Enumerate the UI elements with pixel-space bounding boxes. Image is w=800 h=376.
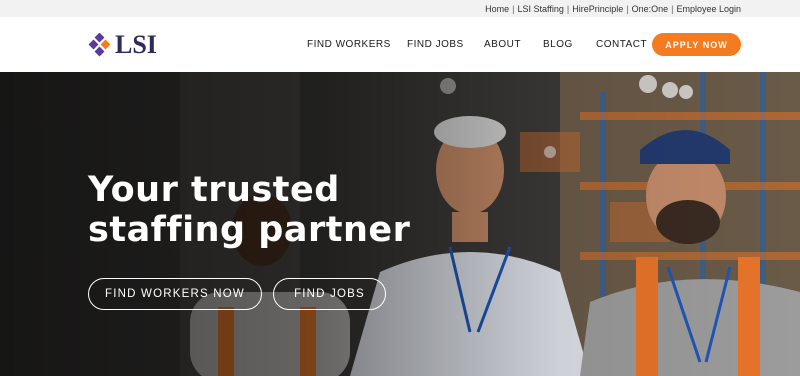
hero-section: Your trusted staffing partner FIND WORKE… <box>0 72 800 376</box>
nav-about[interactable]: ABOUT <box>484 39 521 50</box>
utility-nav: Home | LSI Staffing | HirePrinciple | On… <box>0 0 800 17</box>
apply-now-button[interactable]: APPLY NOW <box>652 33 741 56</box>
find-workers-now-button[interactable]: FIND WORKERS NOW <box>88 278 262 310</box>
hero-heading-line-2: staffing partner <box>88 210 411 250</box>
utility-separator: | <box>512 3 515 14</box>
hero-heading-line-1: Your trusted <box>88 170 340 210</box>
utility-link-lsi-staffing[interactable]: LSI Staffing <box>517 4 563 14</box>
hero-heading: Your trusted staffing partner <box>88 170 428 250</box>
nav-blog[interactable]: BLOG <box>543 39 573 50</box>
utility-link-employee-login[interactable]: Employee Login <box>676 4 741 14</box>
nav-contact[interactable]: CONTACT <box>596 39 647 50</box>
utility-link-hireprinciple[interactable]: HirePrinciple <box>572 4 623 14</box>
utility-link-home[interactable]: Home <box>485 4 509 14</box>
nav-find-workers[interactable]: FIND WORKERS <box>307 39 391 50</box>
utility-link-one-one[interactable]: One:One <box>632 4 669 14</box>
find-jobs-button[interactable]: FIND JOBS <box>273 278 386 310</box>
utility-separator: | <box>566 3 570 14</box>
nav-find-jobs[interactable]: FIND JOBS <box>407 39 464 50</box>
site-header: LSI FIND WORKERS FIND JOBS ABOUT BLOG CO… <box>0 17 800 72</box>
utility-separator: | <box>671 3 674 14</box>
utility-separator: | <box>626 3 629 14</box>
